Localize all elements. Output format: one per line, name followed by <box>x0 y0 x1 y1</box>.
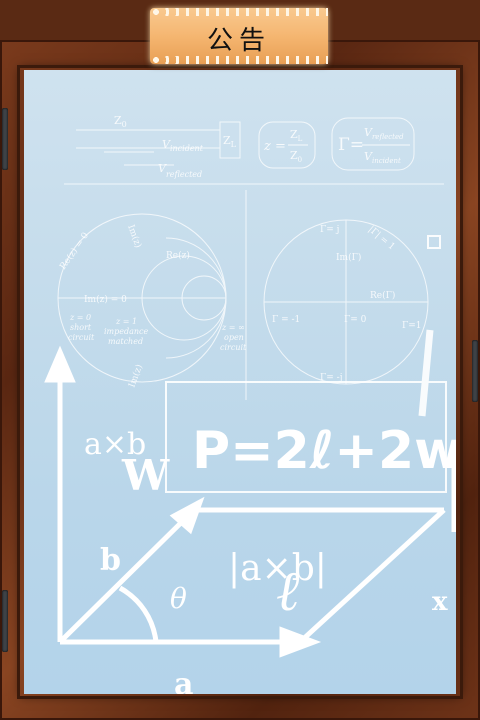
smith-short: short <box>70 323 92 332</box>
theta-label: θ <box>170 582 187 615</box>
smith-rez: Re(z) <box>166 250 190 261</box>
smith-zinf: z = ∞ <box>221 323 245 332</box>
formula-gamma: Γ= <box>338 135 364 155</box>
smith-imz: Im(z) <box>125 223 143 249</box>
gamma-im: Im(Γ) <box>336 252 361 263</box>
formula-vref: Vreflected <box>364 126 404 141</box>
title-plaque: 公告 <box>150 8 328 64</box>
perimeter-formula: P=2ℓ+2w <box>192 421 456 481</box>
gamma-1: Γ=1 <box>402 321 422 331</box>
a-label: a <box>174 667 193 694</box>
formula-vinc: Vincident <box>364 150 401 165</box>
formula-z0: Z0 <box>290 149 302 164</box>
v-incident-label: Vincident <box>162 138 204 153</box>
gamma-j: Γ= j <box>320 225 339 235</box>
smith-im0: Im(z) = 0 <box>84 294 127 305</box>
page-title: 公告 <box>206 26 271 56</box>
formula-z: z = <box>263 139 286 154</box>
gamma-0: Γ= 0 <box>344 315 367 325</box>
left-hinge-top <box>2 108 8 170</box>
notice-board: Z0 Vincident Vreflected ZL z = ZL Z0 Γ= … <box>24 70 456 694</box>
gamma-abs: |Γ| = 1 <box>366 225 396 253</box>
left-hinge-bottom <box>2 590 8 652</box>
w-label: W <box>121 451 170 500</box>
right-hinge <box>472 340 478 402</box>
ell-label: ℓ <box>276 559 300 624</box>
smith-imz2: Im(z) <box>126 363 144 389</box>
smith-z0: z = 0 <box>69 313 91 322</box>
x-label: x <box>432 587 448 617</box>
smith-circuit: circuit <box>68 333 95 342</box>
v-reflected-label: Vreflected <box>158 162 202 179</box>
smith-z1: z = 1 <box>115 317 137 326</box>
smith-impedance: impedance <box>104 327 149 336</box>
smith-re0: Re(z) = 0 <box>57 230 91 272</box>
gamma-re: Re(Γ) <box>370 290 395 301</box>
zl-label: ZL <box>223 134 237 149</box>
smith-open: open <box>224 333 244 342</box>
math-background: Z0 Vincident Vreflected ZL z = ZL Z0 Γ= … <box>44 114 456 694</box>
z0-label: Z0 <box>114 114 127 129</box>
smith-open-circuit: circuit <box>220 343 247 352</box>
smith-matched: matched <box>108 337 143 346</box>
formula-zl: ZL <box>290 128 303 143</box>
b-label: b <box>100 543 121 578</box>
gamma-m1: Γ = -1 <box>272 315 300 325</box>
